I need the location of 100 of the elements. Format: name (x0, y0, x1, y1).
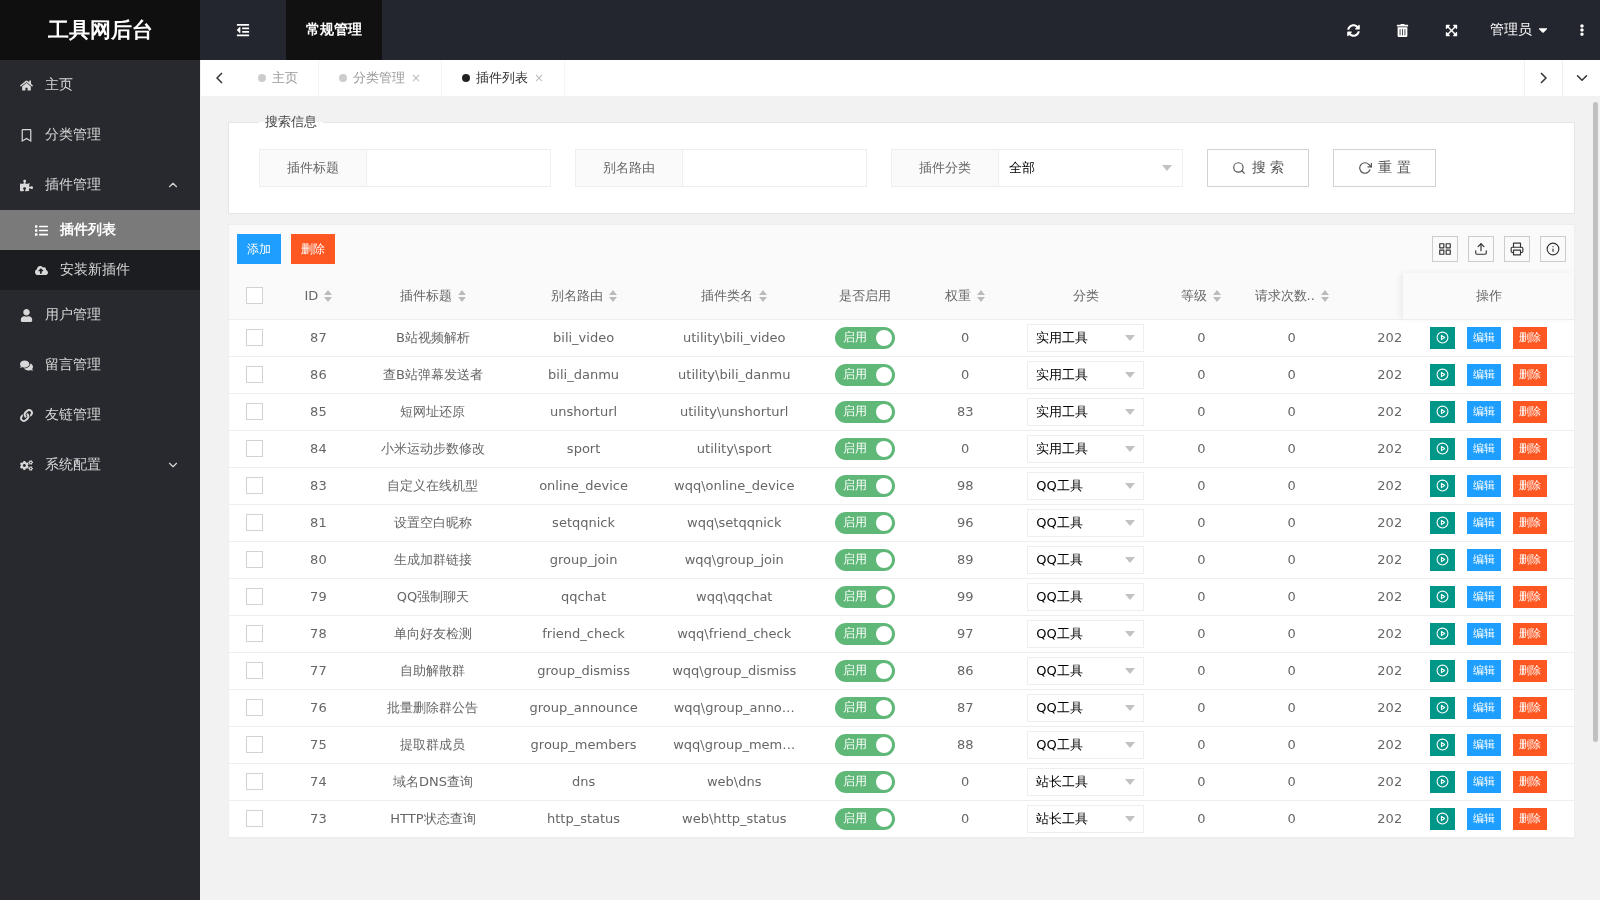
sort-icon[interactable] (1213, 289, 1222, 302)
delete-button[interactable]: 删除 (1513, 400, 1548, 423)
sidebar-item[interactable]: 插件管理 (0, 160, 200, 210)
delete-button[interactable]: 删除 (291, 234, 335, 264)
delete-button[interactable]: 删除 (1513, 696, 1548, 719)
delete-button[interactable]: 删除 (1513, 326, 1548, 349)
sidebar-subitem[interactable]: 安装新插件 (0, 250, 200, 290)
sidebar-item[interactable]: 主页 (0, 60, 200, 110)
delete-button[interactable]: 删除 (1513, 474, 1548, 497)
edit-button[interactable]: 编辑 (1467, 474, 1502, 497)
delete-button[interactable]: 删除 (1513, 659, 1548, 682)
run-button[interactable] (1430, 437, 1456, 460)
edit-button[interactable]: 编辑 (1467, 659, 1502, 682)
run-button[interactable] (1430, 363, 1456, 386)
page-tab[interactable]: 主页 (238, 60, 319, 96)
sort-icon[interactable] (324, 289, 333, 302)
checkbox[interactable] (245, 810, 263, 827)
toggle-switch[interactable]: 启用 (834, 733, 895, 756)
edit-button[interactable]: 编辑 (1467, 548, 1502, 571)
search-button[interactable]: 搜 索 (1207, 149, 1310, 187)
checkbox[interactable] (245, 440, 263, 457)
edit-button[interactable]: 编辑 (1467, 511, 1502, 534)
delete-button[interactable]: 删除 (1513, 733, 1548, 756)
run-button[interactable] (1430, 622, 1456, 645)
sidebar-item[interactable]: 分类管理 (0, 110, 200, 160)
delete-button[interactable]: 删除 (1513, 363, 1548, 386)
sort-icon[interactable] (977, 289, 986, 302)
run-button[interactable] (1430, 659, 1456, 682)
edit-button[interactable]: 编辑 (1467, 696, 1502, 719)
delete-button[interactable]: 删除 (1513, 548, 1548, 571)
checkbox[interactable] (245, 625, 263, 642)
category-select[interactable]: 实用工具 (1027, 397, 1145, 426)
toggle-switch[interactable]: 启用 (834, 807, 895, 830)
edit-button[interactable]: 编辑 (1467, 437, 1502, 460)
add-button[interactable]: 添加 (237, 234, 281, 264)
reset-button[interactable]: 重 置 (1333, 149, 1436, 187)
checkbox[interactable] (245, 514, 263, 531)
run-button[interactable] (1430, 585, 1456, 608)
checkbox[interactable] (245, 588, 263, 605)
export-button[interactable] (1468, 236, 1494, 262)
edit-button[interactable]: 编辑 (1467, 400, 1502, 423)
category-select[interactable]: QQ工具 (1027, 619, 1145, 648)
input-field[interactable]: 插件标题 (259, 149, 551, 187)
page-tab[interactable]: 插件列表 × (442, 60, 566, 96)
sort-icon[interactable] (608, 289, 617, 302)
scrollbar[interactable] (1593, 102, 1598, 742)
run-button[interactable] (1430, 400, 1456, 423)
category-select[interactable]: QQ工具 (1027, 545, 1145, 574)
toggle-switch[interactable]: 启用 (834, 659, 895, 682)
category-select[interactable]: QQ工具 (1027, 656, 1145, 685)
category-select[interactable]: QQ工具 (1027, 693, 1145, 722)
category-select[interactable]: QQ工具 (1027, 582, 1145, 611)
checkbox[interactable] (245, 287, 263, 305)
checkbox[interactable] (245, 662, 263, 679)
checkbox[interactable] (245, 699, 263, 716)
sidebar-subitem[interactable]: 插件列表 (0, 210, 200, 250)
toggle-switch[interactable]: 启用 (834, 326, 895, 349)
run-button[interactable] (1430, 733, 1456, 756)
edit-button[interactable]: 编辑 (1467, 326, 1502, 349)
toggle-switch[interactable]: 启用 (834, 363, 895, 386)
checkbox[interactable] (245, 366, 263, 383)
run-button[interactable] (1430, 807, 1456, 830)
delete-button[interactable]: 删除 (1513, 622, 1548, 645)
delete-button[interactable]: 删除 (1513, 770, 1548, 793)
edit-button[interactable]: 编辑 (1467, 363, 1502, 386)
checkbox[interactable] (245, 551, 263, 568)
toggle-switch[interactable]: 启用 (834, 511, 895, 534)
info-button[interactable] (1540, 236, 1566, 262)
category-select[interactable]: 实用工具 (1027, 360, 1145, 389)
page-tab[interactable]: 分类管理 × (319, 60, 443, 96)
close-button[interactable]: × (411, 71, 422, 85)
checkbox[interactable] (245, 329, 263, 346)
category-select[interactable]: QQ工具 (1027, 730, 1145, 759)
toggle-switch[interactable]: 启用 (834, 400, 895, 423)
checkbox[interactable] (245, 773, 263, 790)
delete-button[interactable]: 删除 (1513, 511, 1548, 534)
category-select[interactable]: QQ工具 (1027, 508, 1145, 537)
toggle-switch[interactable]: 启用 (834, 548, 895, 571)
checkbox[interactable] (245, 403, 263, 420)
category-select[interactable]: 站长工具 (1027, 767, 1145, 796)
sidebar-item[interactable]: 留言管理 (0, 340, 200, 390)
toggle-switch[interactable]: 启用 (834, 696, 895, 719)
category-select[interactable]: 站长工具 (1027, 804, 1145, 833)
checkbox[interactable] (245, 477, 263, 494)
sidebar-item[interactable]: 友链管理 (0, 390, 200, 440)
toggle-switch[interactable]: 启用 (834, 770, 895, 793)
columns-button[interactable] (1432, 236, 1458, 262)
print-button[interactable] (1504, 236, 1530, 262)
edit-button[interactable]: 编辑 (1467, 807, 1502, 830)
sort-icon[interactable] (759, 289, 768, 302)
user-menu[interactable]: 管理员 (1476, 0, 1564, 60)
sidebar-item[interactable]: 用户管理 (0, 290, 200, 340)
toggle-switch[interactable]: 启用 (834, 437, 895, 460)
run-button[interactable] (1430, 511, 1456, 534)
delete-button[interactable]: 删除 (1513, 585, 1548, 608)
run-button[interactable] (1430, 474, 1456, 497)
edit-button[interactable]: 编辑 (1467, 770, 1502, 793)
category-select[interactable]: 实用工具 (1027, 323, 1145, 352)
close-button[interactable]: × (534, 71, 545, 85)
run-button[interactable] (1430, 770, 1456, 793)
